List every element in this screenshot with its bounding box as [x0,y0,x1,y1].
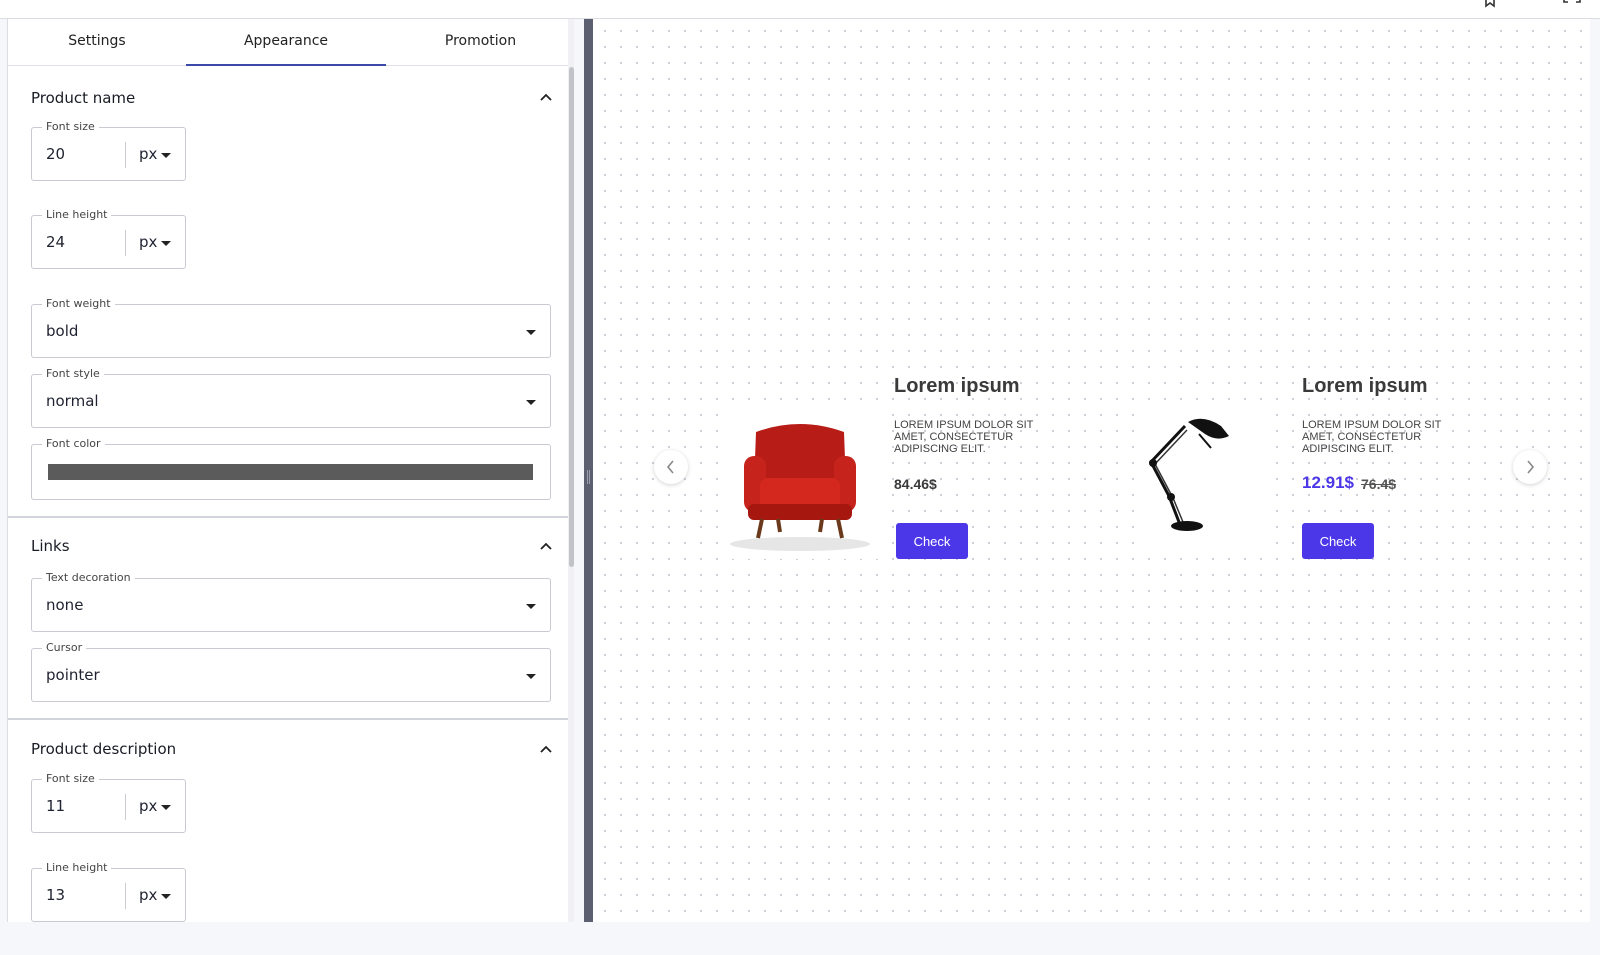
field-label: Font weight [42,297,115,311]
tab-settings[interactable]: Settings [8,19,186,66]
panel-scrollbar-thumb[interactable] [569,67,574,567]
app-root: Settings Appearance Promotion Product na… [0,0,1600,955]
unit-select[interactable]: px [139,145,157,163]
field-label: Font size [42,120,99,134]
font-weight-select[interactable]: Font weight bold [31,297,551,358]
tab-promotion[interactable]: Promotion [386,19,574,66]
product-description-font-size-field[interactable]: Font size 11 px [31,772,186,833]
chevron-up-icon[interactable] [539,539,553,553]
chevron-up-icon[interactable] [539,742,553,756]
chevron-up-icon[interactable] [539,90,553,104]
cursor-select[interactable]: Cursor pointer [31,641,551,702]
field-label: Cursor [42,641,87,655]
bookmark-icon[interactable] [1483,0,1497,8]
check-button[interactable]: Check [896,523,968,559]
section-divider [8,516,574,518]
product-price: 84.46$ [894,476,937,492]
product-name-font-size-field[interactable]: Font size 20 px [31,120,186,181]
font-color-picker[interactable]: Font color [31,437,551,500]
line-height-input[interactable]: 13 [46,886,65,904]
text-decoration-select[interactable]: Text decoration none [31,571,551,632]
caret-down-icon[interactable] [526,330,536,335]
caret-down-icon[interactable] [161,894,171,899]
text-decoration-value: none [46,596,84,614]
font-weight-value: bold [46,322,79,340]
check-button[interactable]: Check [1302,523,1374,559]
font-size-input[interactable]: 11 [46,797,65,815]
caret-down-icon[interactable] [526,674,536,679]
unit-select[interactable]: px [139,886,157,904]
caret-down-icon[interactable] [161,241,171,246]
font-size-input[interactable]: 20 [46,145,65,163]
font-color-swatch[interactable] [48,464,533,480]
caret-down-icon[interactable] [526,604,536,609]
product-sale-price: 12.91$ [1302,473,1354,492]
preview-edge [1590,19,1600,922]
tab-bar: Settings Appearance Promotion [8,19,574,66]
unit-select[interactable]: px [139,797,157,815]
section-divider [8,718,574,720]
unit-separator [125,794,126,820]
preview-canvas: Lorem ipsum LOREM IPSUM DOLOR SIT AMET, … [593,19,1600,922]
field-label: Font size [42,772,99,786]
armchair-image [718,404,878,559]
desk-lamp-image [1143,404,1263,554]
product-title[interactable]: Lorem ipsum [894,375,1020,398]
font-style-value: normal [46,392,99,410]
field-label: Font style [42,367,104,381]
field-label: Line height [42,208,112,222]
unit-separator [125,230,126,256]
more-icon[interactable] [1522,0,1546,8]
chevron-left-icon [666,460,674,474]
product-description-line-height-field[interactable]: Line height 13 px [31,861,186,922]
unit-select[interactable]: px [139,233,157,251]
field-label: Font color [42,437,105,451]
caret-down-icon[interactable] [161,153,171,158]
settings-panel: Settings Appearance Promotion Product na… [7,19,574,922]
unit-separator [125,142,126,168]
product-title[interactable]: Lorem ipsum [1302,375,1428,398]
unit-separator [125,883,126,909]
product-description: LOREM IPSUM DOLOR SIT AMET, CONSECTETUR … [894,419,1034,455]
line-height-input[interactable]: 24 [46,233,65,251]
carousel-next-button[interactable] [1513,450,1547,484]
chevron-right-icon [1527,460,1535,474]
product-old-price: 76.4$ [1361,476,1397,492]
field-label: Line height [42,861,112,875]
cursor-value: pointer [46,666,100,684]
drag-handle-icon[interactable] [587,470,590,484]
section-title-links: Links [31,537,70,555]
caret-down-icon[interactable] [526,400,536,405]
section-title-product-name: Product name [31,89,136,107]
caret-down-icon[interactable] [161,805,171,810]
section-title-product-description: Product description [31,740,177,758]
carousel-prev-button[interactable] [654,450,688,484]
tab-appearance[interactable]: Appearance [186,19,386,66]
font-style-select[interactable]: Font style normal [31,367,551,428]
bottom-strip [0,922,1600,955]
product-description: LOREM IPSUM DOLOR SIT AMET, CONSECTETUR … [1302,419,1442,455]
product-name-line-height-field[interactable]: Line height 24 px [31,208,186,269]
fullscreen-icon[interactable] [1563,0,1581,8]
top-bar [0,0,1600,19]
field-label: Text decoration [42,571,135,585]
